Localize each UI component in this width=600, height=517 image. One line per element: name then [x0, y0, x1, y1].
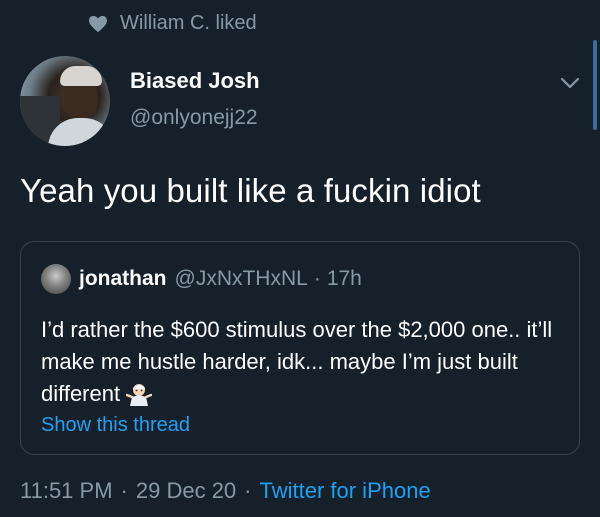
tweet-footer: 11:51 PM · 29 Dec 20 · Twitter for iPhon… [20, 478, 431, 504]
tweet-time[interactable]: 11:51 PM [20, 478, 113, 504]
heart-icon [89, 15, 107, 32]
social-context: William C. liked [88, 12, 257, 35]
author-handle[interactable]: @onlyonejj22 [130, 106, 260, 130]
show-thread-link[interactable]: Show this thread [41, 414, 190, 437]
tweet-source[interactable]: Twitter for iPhone [260, 478, 431, 504]
scrollbar[interactable] [593, 40, 597, 130]
author-display-name[interactable]: Biased Josh [130, 68, 260, 94]
social-context-text[interactable]: William C. liked [120, 12, 257, 35]
quoted-tweet-text: I’d rather the $600 stimulus over the $2… [41, 317, 553, 406]
quoted-author-handle: @JxNxTHxNL [174, 267, 308, 290]
quoted-tweet-card[interactable]: jonathan @JxNxTHxNL · 17h I’d rather the… [20, 241, 580, 455]
tweet-date[interactable]: 29 Dec 20 [136, 478, 236, 504]
quoted-tweet-body: I’d rather the $600 stimulus over the $2… [41, 314, 561, 410]
quoted-tweet-header: jonathan @JxNxTHxNL · 17h [41, 264, 362, 294]
quoted-timestamp: 17h [326, 267, 362, 290]
quoted-author-name: jonathan [79, 267, 167, 290]
quoted-author-avatar[interactable] [41, 264, 71, 294]
person-shrugging-emoji [126, 384, 153, 407]
tweet-text: Yeah you built like a fuckin idiot [20, 172, 481, 209]
footer-separator: · [120, 478, 128, 503]
author-name-block: Biased Josh @onlyonejj22 [130, 68, 260, 146]
author-avatar[interactable] [20, 56, 110, 146]
tweet-header: Biased Josh @onlyonejj22 [20, 56, 260, 146]
quoted-separator: · [313, 267, 321, 290]
chevron-down-icon[interactable] [560, 76, 580, 90]
footer-separator-2: · [244, 478, 252, 503]
